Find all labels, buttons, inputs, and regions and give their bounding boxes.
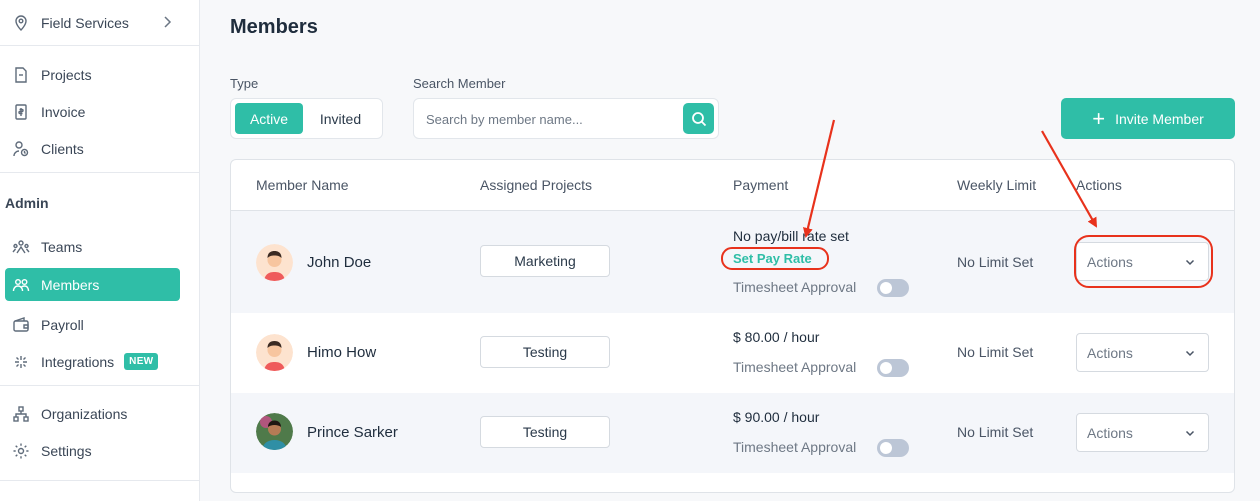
actions-dropdown[interactable]: Actions: [1076, 242, 1209, 281]
map-pin-icon: [11, 13, 31, 33]
sidebar-divider: [0, 480, 199, 481]
type-label: Type: [230, 76, 259, 91]
timesheet-approval-toggle[interactable]: [877, 279, 909, 297]
timesheet-approval-label: Timesheet Approval: [733, 439, 857, 455]
column-header: Payment: [733, 177, 789, 193]
project-tag: Marketing: [480, 245, 610, 277]
table-row: John Doe Marketing No pay/bill rate set …: [231, 211, 1234, 313]
clients-icon: [11, 139, 31, 159]
timesheet-approval-toggle[interactable]: [877, 359, 909, 377]
search-button[interactable]: [683, 103, 714, 134]
sidebar-item-label: Clients: [41, 140, 84, 157]
search-label: Search Member: [413, 76, 506, 91]
search-input[interactable]: [426, 109, 681, 129]
project-tag: Testing: [480, 336, 610, 368]
column-header: Member Name: [256, 177, 349, 193]
table-header: Member Name Assigned Projects Payment We…: [231, 160, 1234, 211]
timesheet-approval-label: Timesheet Approval: [733, 359, 857, 375]
actions-dropdown[interactable]: Actions: [1076, 333, 1209, 372]
weekly-limit: No Limit Set: [957, 424, 1034, 440]
integrations-icon: [11, 352, 31, 372]
avatar: [256, 244, 293, 281]
chevron-down-icon: [1184, 346, 1196, 362]
sidebar-item-members[interactable]: Members: [5, 268, 180, 301]
gear-icon: [11, 441, 31, 461]
table-row: Himo How Testing $ 80.00 / hour Timeshee…: [231, 313, 1234, 393]
teams-icon: [11, 237, 31, 257]
invoice-icon: [11, 102, 31, 122]
member-name: Himo How: [307, 344, 377, 361]
document-icon: [11, 65, 31, 85]
search-icon: [691, 111, 706, 126]
sidebar-item-label: Teams: [41, 238, 83, 255]
sidebar-item-label: Projects: [41, 66, 92, 83]
actions-dropdown[interactable]: Actions: [1076, 413, 1209, 452]
timesheet-approval-toggle[interactable]: [877, 439, 909, 457]
column-header: Weekly Limit: [957, 177, 1037, 193]
member-name: Prince Sarker: [307, 424, 398, 441]
actions-label: Actions: [1087, 424, 1133, 441]
sidebar-item-label: Settings: [41, 442, 92, 459]
sidebar-item-organizations[interactable]: Organizations: [5, 397, 180, 430]
set-pay-rate-link[interactable]: Set Pay Rate: [733, 251, 812, 266]
payment-text: $ 90.00 / hour: [733, 409, 820, 425]
actions-label: Actions: [1087, 344, 1133, 361]
chevron-right-icon: [162, 15, 172, 32]
column-header: Actions: [1076, 177, 1122, 193]
organizations-icon: [11, 404, 31, 424]
sidebar-item-invoice[interactable]: Invoice: [5, 95, 180, 128]
avatar: [256, 413, 293, 450]
weekly-limit: No Limit Set: [957, 344, 1034, 360]
timesheet-approval-label: Timesheet Approval: [733, 279, 857, 295]
page-title: Members: [230, 16, 318, 38]
sidebar-item-clients[interactable]: Clients: [5, 132, 180, 165]
members-table: Member Name Assigned Projects Payment We…: [230, 159, 1235, 493]
sidebar-item-label: Organizations: [41, 405, 128, 422]
sidebar-item-projects[interactable]: Projects: [5, 58, 180, 91]
payment-text: $ 80.00 / hour: [733, 329, 820, 345]
chevron-down-icon: [1184, 426, 1196, 442]
sidebar-section-admin: Admin: [5, 195, 49, 211]
column-header: Assigned Projects: [480, 177, 593, 193]
type-active-button[interactable]: Active: [235, 103, 303, 134]
plus-icon: +: [1092, 105, 1106, 131]
sidebar: Field Services Projects Invoice Clients …: [0, 0, 200, 501]
chevron-down-icon: [1184, 255, 1196, 271]
type-toggle: Active Invited: [230, 98, 383, 139]
invite-member-label: Invite Member: [1115, 110, 1204, 127]
sidebar-item-settings[interactable]: Settings: [5, 434, 180, 467]
sidebar-divider: [0, 385, 199, 386]
sidebar-divider: [0, 172, 199, 173]
project-tag: Testing: [480, 416, 610, 448]
new-badge: NEW: [124, 353, 159, 370]
payment-text: No pay/bill rate set: [733, 228, 849, 244]
member-name: John Doe: [307, 254, 372, 271]
search-box: [413, 98, 719, 139]
members-icon: [11, 275, 31, 295]
type-invited-button[interactable]: Invited: [303, 103, 378, 134]
sidebar-item-label: Field Services: [41, 14, 129, 31]
sidebar-item-field-services[interactable]: Field Services: [5, 6, 180, 39]
sidebar-item-payroll[interactable]: Payroll: [5, 308, 180, 341]
avatar: [256, 334, 293, 371]
sidebar-item-label: Members: [41, 276, 100, 293]
wallet-icon: [11, 315, 31, 335]
weekly-limit: No Limit Set: [957, 254, 1034, 270]
sidebar-item-label: Invoice: [41, 103, 86, 120]
invite-member-button[interactable]: + Invite Member: [1061, 98, 1235, 139]
sidebar-item-integrations[interactable]: Integrations NEW: [5, 345, 180, 378]
actions-label: Actions: [1087, 253, 1133, 270]
sidebar-divider: [0, 45, 199, 46]
sidebar-item-label: Payroll: [41, 316, 84, 333]
sidebar-item-label: Integrations: [41, 353, 115, 370]
sidebar-item-teams[interactable]: Teams: [5, 230, 180, 263]
table-row: Prince Sarker Testing $ 90.00 / hour Tim…: [231, 393, 1234, 473]
